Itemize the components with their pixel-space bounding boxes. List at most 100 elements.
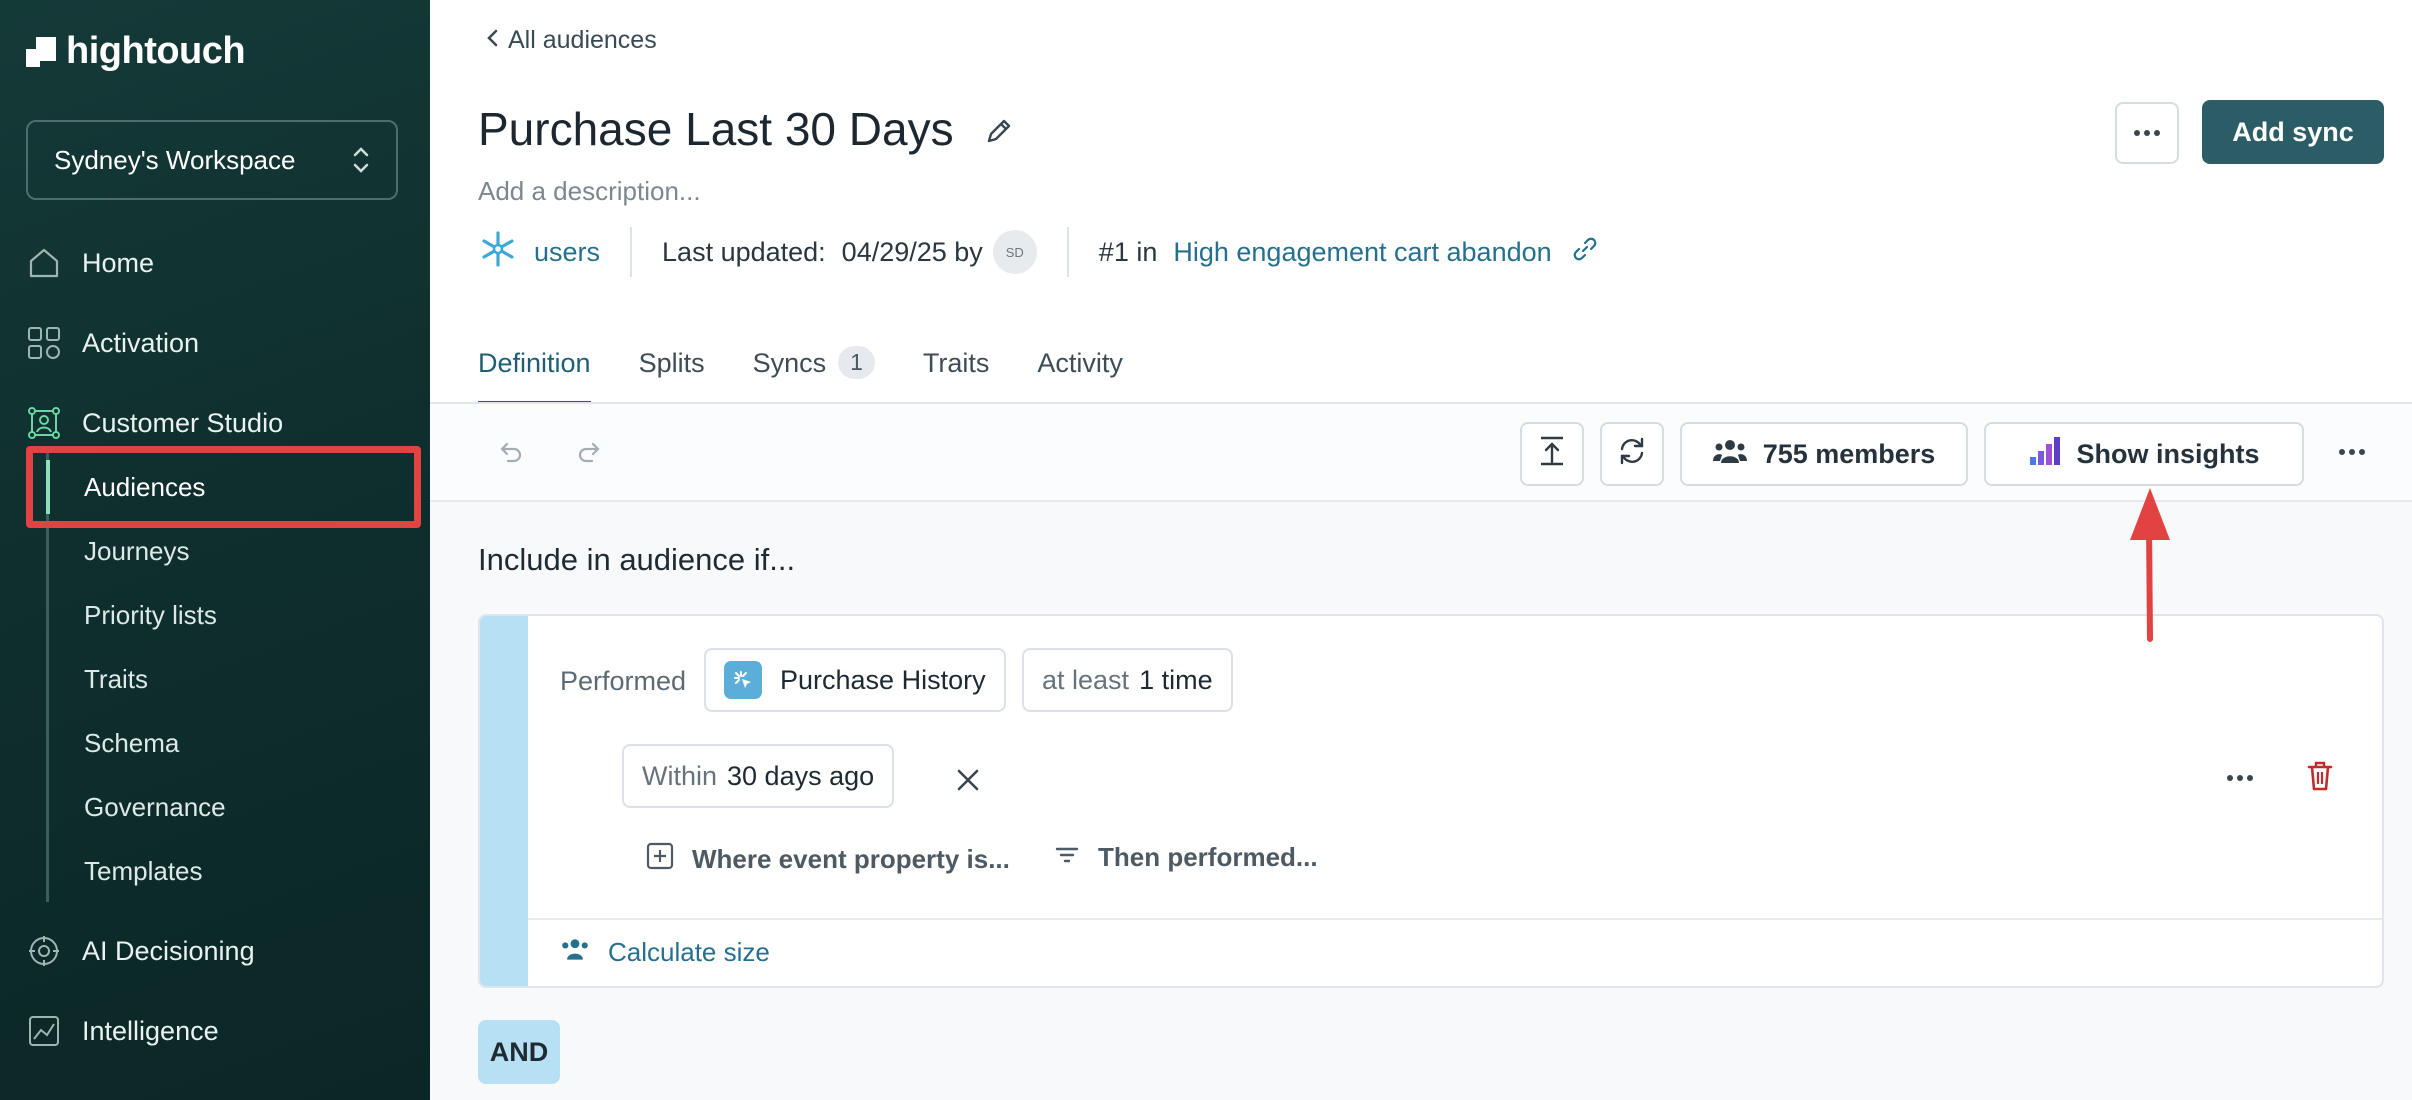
within-prefix: Within (642, 760, 718, 791)
insights-chart-icon (2028, 435, 2061, 474)
members-count: 755 members (1762, 438, 1936, 469)
redo-icon[interactable] (570, 432, 610, 472)
chevron-left-icon (486, 26, 498, 55)
tab-label: Traits (922, 348, 990, 378)
pencil-icon[interactable] (982, 114, 1016, 148)
where-label: Where event property is... (692, 844, 1010, 874)
sidebar-item-label: Activation (82, 327, 200, 358)
close-icon[interactable] (948, 760, 988, 800)
event-name: Purchase History (780, 664, 986, 695)
last-updated-value: 04/29/25 by (841, 236, 983, 267)
card-divider (528, 918, 2382, 920)
source-link[interactable]: users (478, 229, 600, 276)
source-name: users (534, 236, 601, 267)
brand-name: hightouch (66, 30, 246, 72)
divider (630, 227, 633, 277)
description-field[interactable]: Add a description... (478, 176, 701, 207)
sidebar-subitem-traits[interactable]: Traits (84, 657, 148, 701)
sidebar-item-label: Customer Studio (82, 407, 284, 438)
more-options-button[interactable] (2115, 102, 2179, 164)
frequency-selector[interactable]: at least 1 time (1022, 648, 1233, 712)
sidebar-subitem-governance[interactable]: Governance (84, 785, 226, 829)
condition-more-icon[interactable] (2220, 758, 2260, 798)
intelligence-icon (26, 1013, 62, 1049)
plus-square-icon (646, 842, 674, 877)
customer-studio-icon (26, 405, 62, 441)
tab-label: Activity (1037, 348, 1123, 378)
sidebar-item-activation[interactable]: Activation (26, 318, 199, 368)
export-button[interactable] (1520, 422, 1584, 486)
condition-stripe (480, 616, 528, 986)
calculate-size-button[interactable]: Calculate size (560, 936, 770, 969)
sidebar-subitem-schema[interactable]: Schema (84, 721, 179, 765)
tab-label: Syncs (752, 348, 827, 378)
chevron-updown-icon (352, 144, 370, 176)
sidebar-subitem-templates[interactable]: Templates (84, 849, 203, 893)
time-window-selector[interactable]: Within 30 days ago (622, 744, 895, 808)
brand-logo[interactable]: hightouch (26, 30, 246, 73)
rank-label: #1 in (1098, 236, 1158, 267)
sidebar-item-label: AI Decisioning (82, 935, 255, 966)
page-title: Purchase Last 30 Days (478, 103, 954, 155)
sidebar-item-ai-decisioning[interactable]: AI Decisioning (26, 926, 255, 976)
users-icon (1712, 437, 1747, 472)
workspace-selector[interactable]: Sydney's Workspace (26, 120, 398, 200)
event-model-icon (724, 661, 762, 699)
last-updated-label: Last updated: (662, 236, 826, 267)
tab-traits[interactable]: Traits (923, 340, 990, 404)
where-event-property-button[interactable]: Where event property is... (646, 842, 1010, 877)
definition-content: Include in audience if... Performed Purc… (430, 502, 2412, 1100)
avatar: SD (992, 230, 1037, 274)
sidebar-item-label: Intelligence (82, 1015, 219, 1046)
sidebar-subitem-journeys[interactable]: Journeys (84, 529, 190, 573)
syncs-count-badge: 1 (838, 346, 875, 379)
sidebar-item-intelligence[interactable]: Intelligence (26, 1006, 219, 1056)
include-heading: Include in audience if... (478, 542, 796, 577)
filter-icon (1054, 842, 1080, 873)
tab-label: Definition (478, 348, 591, 378)
calculate-size-label: Calculate size (608, 937, 770, 967)
and-operator-button[interactable]: AND (478, 1020, 560, 1084)
audience-meta: users Last updated: 04/29/25 by SD #1 in… (478, 226, 1598, 278)
more-horizontal-icon (2133, 124, 2161, 142)
toolbar-more-icon[interactable] (2332, 432, 2372, 472)
trash-icon[interactable] (2300, 754, 2340, 798)
sidebar-item-label: Home (82, 247, 155, 278)
sidebar-subitem-priority-lists[interactable]: Priority lists (84, 593, 217, 637)
sidebar-item-home[interactable]: Home (26, 238, 154, 288)
show-insights-button[interactable]: Show insights (1984, 422, 2304, 486)
performed-label: Performed (560, 666, 687, 696)
divider (1066, 227, 1069, 277)
hightouch-logo-icon (26, 36, 56, 67)
refresh-button[interactable] (1600, 422, 1664, 486)
priority-list-link[interactable]: High engagement cart abandon (1173, 237, 1551, 268)
home-icon (26, 245, 62, 281)
users-icon (560, 936, 590, 969)
undo-icon[interactable] (490, 432, 530, 472)
frequency-value: 1 time (1139, 664, 1213, 695)
ai-decisioning-icon (26, 933, 62, 969)
main-panel: All audiences Purchase Last 30 Days Add … (430, 0, 2412, 1100)
link-icon[interactable] (1572, 236, 1598, 269)
add-sync-button[interactable]: Add sync (2202, 100, 2384, 164)
sidebar-item-customer-studio[interactable]: Customer Studio (26, 398, 283, 448)
within-value: 30 days ago (727, 760, 875, 791)
snowflake-icon (478, 229, 518, 276)
event-selector[interactable]: Purchase History (704, 648, 1006, 712)
condition-card: Performed Purchase History at least 1 ti… (478, 614, 2384, 988)
back-link[interactable]: All audiences (486, 26, 657, 55)
arrow-annotation-icon (2130, 488, 2170, 642)
tab-label: Splits (638, 348, 705, 378)
editor-toolbar: 755 members Show insights (430, 404, 2412, 502)
then-performed-button[interactable]: Then performed... (1054, 842, 1318, 873)
tab-syncs[interactable]: Syncs 1 (753, 340, 875, 404)
sidebar: hightouch Sydney's Workspace Home Activa… (0, 0, 430, 1100)
tab-splits[interactable]: Splits (639, 340, 705, 404)
members-count-button[interactable]: 755 members (1680, 422, 1968, 486)
activation-icon (26, 325, 62, 361)
frequency-prefix: at least (1042, 664, 1130, 695)
show-insights-label: Show insights (2076, 438, 2260, 469)
tab-activity[interactable]: Activity (1037, 340, 1123, 404)
tab-definition[interactable]: Definition (478, 340, 591, 404)
then-label: Then performed... (1098, 842, 1318, 872)
